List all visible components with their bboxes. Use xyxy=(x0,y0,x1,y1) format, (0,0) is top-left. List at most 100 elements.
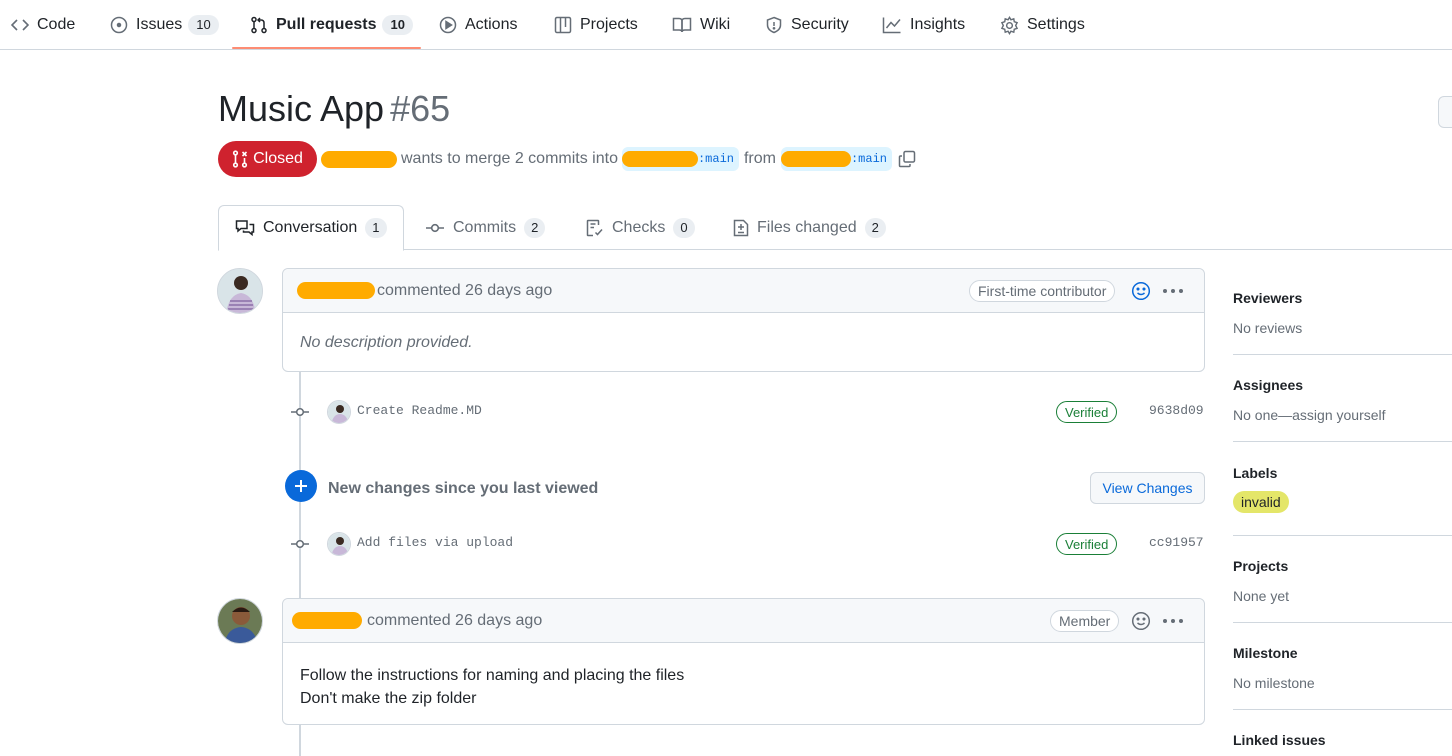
author-role-badge: Member xyxy=(1050,610,1120,632)
head-branch[interactable]: :main xyxy=(780,147,892,171)
comment-card: commented 26 days ago First-time contrib… xyxy=(282,268,1205,372)
head-branch-label: :main xyxy=(850,152,887,166)
sidebar-value: No reviews xyxy=(1233,320,1303,336)
commit-row: Add files via upload Verified cc91957 xyxy=(290,530,1205,558)
nav-label: Code xyxy=(37,16,76,33)
sidebar-title[interactable]: Assignees xyxy=(1233,377,1452,393)
commit-author-avatar[interactable] xyxy=(327,400,351,424)
comment-card: commented 26 days ago Member Follow the … xyxy=(282,598,1205,725)
sidebar-title[interactable]: Milestone xyxy=(1233,645,1452,661)
repo-nav: Code Issues 10 Pull requests 10 Actions … xyxy=(0,0,1452,50)
sidebar-title[interactable]: Linked issues xyxy=(1233,732,1452,748)
nav-selected-underline xyxy=(232,47,421,49)
sidebar-divider xyxy=(1233,622,1452,623)
nav-label: Insights xyxy=(910,16,966,33)
nav-issues[interactable]: Issues 10 xyxy=(110,0,219,50)
comment-text: Follow the instructions for naming and p… xyxy=(300,667,685,684)
head-branch-owner xyxy=(780,151,851,167)
avatar-image xyxy=(328,401,350,423)
sidebar-assignees: Assignees No one—assign yourself xyxy=(1233,377,1452,423)
commit-message[interactable]: Add files via upload xyxy=(357,535,513,550)
base-branch[interactable]: :main xyxy=(621,147,739,171)
view-changes-button[interactable]: View Changes xyxy=(1090,472,1205,504)
label-invalid[interactable]: invalid xyxy=(1233,491,1289,513)
kebab-horizontal-icon[interactable] xyxy=(1163,619,1183,623)
verified-badge[interactable]: Verified xyxy=(1056,401,1118,423)
nav-count: 10 xyxy=(188,15,219,35)
avatar[interactable] xyxy=(217,598,263,644)
checklist-icon xyxy=(586,219,603,236)
verified-badge[interactable]: Verified xyxy=(1056,533,1118,555)
comment-body: Follow the instructions for naming and p… xyxy=(283,643,1204,710)
code-icon xyxy=(11,19,29,31)
tab-checks[interactable]: Checks 0 xyxy=(570,205,711,250)
smiley-icon[interactable] xyxy=(1131,281,1151,301)
nav-actions[interactable]: Actions xyxy=(439,0,517,50)
base-branch-label: :main xyxy=(697,152,734,166)
pr-state-badge: Closed xyxy=(218,141,317,177)
copy-icon[interactable] xyxy=(898,150,916,168)
nav-label: Issues xyxy=(136,16,183,33)
author-link[interactable] xyxy=(321,150,397,168)
nav-label: Projects xyxy=(580,16,638,33)
tab-commits[interactable]: Commits 2 xyxy=(409,205,561,250)
avatar[interactable] xyxy=(217,268,263,314)
comment-discussion-icon xyxy=(235,220,255,237)
nav-pull-requests[interactable]: Pull requests 10 xyxy=(250,0,413,50)
nav-insights[interactable]: Insights xyxy=(882,0,965,50)
table-icon xyxy=(554,16,572,34)
sidebar-title[interactable]: Reviewers xyxy=(1233,290,1452,306)
book-icon xyxy=(672,17,692,33)
pr-state-label: Closed xyxy=(253,150,303,167)
tab-count: 0 xyxy=(673,217,695,238)
edit-button[interactable] xyxy=(1438,96,1452,128)
nav-label: Settings xyxy=(1027,16,1085,33)
commit-author-avatar[interactable] xyxy=(327,532,351,556)
commit-sha[interactable]: cc91957 xyxy=(1149,535,1204,550)
file-diff-icon xyxy=(733,219,749,236)
avatar-image xyxy=(328,533,350,555)
sidebar-title[interactable]: Labels xyxy=(1233,465,1452,481)
commit-sha[interactable]: 9638d09 xyxy=(1149,403,1204,418)
nav-security[interactable]: Security xyxy=(765,0,849,50)
new-changes-badge xyxy=(285,470,317,502)
commit-row: Create Readme.MD Verified 9638d09 xyxy=(290,398,1205,426)
plus-icon xyxy=(295,480,307,492)
graph-icon xyxy=(882,17,901,34)
nav-code[interactable]: Code xyxy=(11,0,75,50)
comment-author[interactable] xyxy=(292,612,362,629)
nav-wiki[interactable]: Wiki xyxy=(672,0,730,50)
tab-count: 1 xyxy=(365,218,387,238)
shield-icon xyxy=(766,16,782,34)
sidebar-linked-issues: Linked issues xyxy=(1233,732,1452,748)
comment-header: commented 26 days ago Member xyxy=(283,599,1204,643)
sidebar-reviewers: Reviewers No reviews xyxy=(1233,290,1452,336)
smiley-icon[interactable] xyxy=(1131,611,1151,631)
avatar-image xyxy=(218,599,262,643)
from-text: from xyxy=(743,150,776,167)
base-branch-owner xyxy=(621,151,698,167)
sidebar-value: No milestone xyxy=(1233,675,1315,691)
nav-label: Actions xyxy=(465,16,518,33)
git-pull-request-closed-icon xyxy=(232,150,248,168)
tab-label: Conversation xyxy=(263,219,358,236)
git-pull-request-icon xyxy=(251,16,267,34)
commit-message[interactable]: Create Readme.MD xyxy=(357,403,482,418)
git-commit-icon xyxy=(426,223,444,232)
play-icon xyxy=(439,16,457,34)
nav-label: Pull requests xyxy=(276,16,377,33)
git-commit-icon xyxy=(291,539,309,549)
comment-author[interactable] xyxy=(297,282,375,299)
tab-conversation[interactable]: Conversation 1 xyxy=(218,205,404,251)
sidebar-value: None yet xyxy=(1233,588,1290,604)
tab-files-changed[interactable]: Files changed 2 xyxy=(717,205,902,250)
pr-title: Music App #65 xyxy=(218,88,450,130)
nav-projects[interactable]: Projects xyxy=(554,0,638,50)
comment-meta: commented 26 days ago xyxy=(367,611,543,629)
sidebar-value[interactable]: No one—assign yourself xyxy=(1233,407,1452,423)
sidebar-title[interactable]: Projects xyxy=(1233,558,1452,574)
new-changes-text: New changes since you last viewed xyxy=(328,480,599,497)
nav-settings[interactable]: Settings xyxy=(1000,0,1085,50)
kebab-horizontal-icon[interactable] xyxy=(1163,289,1183,293)
sidebar-divider xyxy=(1233,441,1452,442)
